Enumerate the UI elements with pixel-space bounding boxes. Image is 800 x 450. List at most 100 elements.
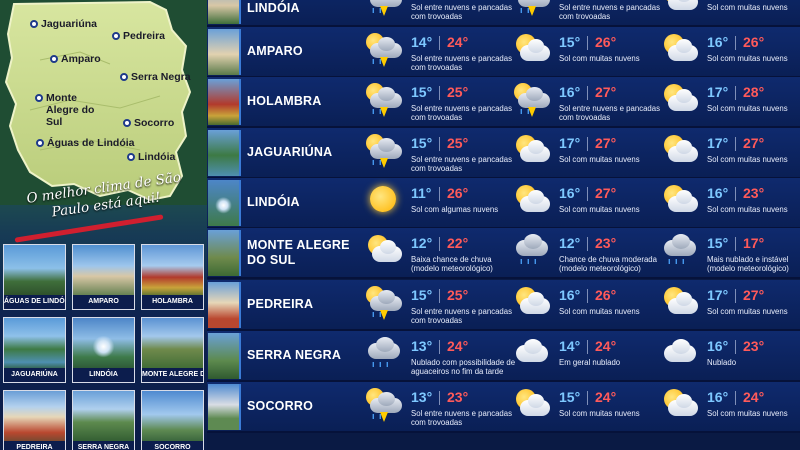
max-temp: 24° xyxy=(595,338,617,354)
sun-cloud-icon xyxy=(660,0,698,16)
day-forecast: 16° 24° Sol com muitas nuvens xyxy=(660,382,800,431)
thumb-pedreira[interactable]: PEDREIRA xyxy=(3,390,66,450)
sun-cloud-storm-icon: ı ı xyxy=(364,388,402,422)
max-temp: 17° xyxy=(743,235,765,251)
temp-separator xyxy=(587,137,588,151)
sun-cloud-storm-icon: ı ı xyxy=(512,0,550,16)
sun-cloud-icon xyxy=(512,388,550,422)
max-temp: 27° xyxy=(743,135,765,151)
max-temp: 24° xyxy=(595,389,617,405)
max-temp: 24° xyxy=(447,34,469,50)
min-temp: 15° xyxy=(411,135,433,151)
temp-separator xyxy=(587,237,588,251)
weather-description: Sol com muitas nuvens xyxy=(707,307,788,316)
max-temp: 26° xyxy=(595,34,617,50)
weather-description: Sol entre nuvens e pancadas com trovoada… xyxy=(411,307,512,325)
temp-separator xyxy=(587,86,588,100)
day-forecast: 17° 28° Sol com muitas nuvens xyxy=(660,77,800,126)
map-marker-icon xyxy=(127,153,135,161)
day-forecast: ı ı Sol entre nuvens e pancadas com trov… xyxy=(512,0,662,25)
temp-separator xyxy=(735,137,736,151)
map-city-jaguariuna: Jaguariúna xyxy=(30,18,97,30)
min-temp: 13° xyxy=(411,338,433,354)
temp-separator xyxy=(587,289,588,303)
min-temp: 17° xyxy=(559,135,581,151)
sun-cloud-icon xyxy=(512,184,550,218)
weather-description: Sol entre nuvens e pancadas com trovoada… xyxy=(411,54,512,72)
temp-separator xyxy=(439,187,440,201)
min-temp: 12° xyxy=(559,235,581,251)
temp-separator xyxy=(735,340,736,354)
sun-cloud-icon xyxy=(660,134,698,168)
city-name: MONTE ALEGRE DO SUL xyxy=(247,237,350,267)
rain-cloud-icon: ı ı ı xyxy=(660,234,698,268)
thumb-monte-alegre-do-sul[interactable]: MONTE ALEGRE DO SUL xyxy=(141,317,204,383)
city-photo xyxy=(208,180,241,226)
temp-separator xyxy=(587,36,588,50)
day-forecast: 16° 27° Sol com muitas nuvens xyxy=(512,178,662,227)
min-temp: 16° xyxy=(707,389,729,405)
max-temp: 27° xyxy=(595,84,617,100)
max-temp: 26° xyxy=(743,34,765,50)
min-temp: 14° xyxy=(559,338,581,354)
temp-separator xyxy=(439,340,440,354)
church-image xyxy=(4,391,65,443)
map-city-serra-negra: Serra Negra xyxy=(120,71,191,83)
forecast-row: JAGUARIÚNA ı ı 15° 25° Sol entre nuvens … xyxy=(207,128,800,179)
temp-separator xyxy=(735,36,736,50)
map-marker-icon xyxy=(50,55,58,63)
min-temp: 13° xyxy=(411,389,433,405)
max-temp: 24° xyxy=(743,389,765,405)
thumb-amparo[interactable]: AMPARO xyxy=(72,244,135,310)
day-forecast: ı ı 15° 25° Sol entre nuvens e pancadas … xyxy=(364,77,514,126)
max-temp: 27° xyxy=(595,185,617,201)
max-temp: 27° xyxy=(595,135,617,151)
temp-separator xyxy=(439,237,440,251)
thumb-aguas-de-lindoia[interactable]: ÁGUAS DE LINDÓIA xyxy=(3,244,66,310)
temp-separator xyxy=(439,137,440,151)
weather-description: Sol entre nuvens e pancadas com trovoada… xyxy=(411,155,512,173)
temp-separator xyxy=(587,187,588,201)
temp-separator xyxy=(735,391,736,405)
city-name: LINDÓIA xyxy=(247,195,300,209)
statue-image xyxy=(142,391,203,443)
min-temp: 16° xyxy=(707,34,729,50)
weather-description: Baixa chance de chuva (modelo meteorológ… xyxy=(411,255,493,273)
sun-icon xyxy=(364,184,402,218)
forecast-row: PEDREIRA ı ı 15° 25° Sol entre nuvens e … xyxy=(207,280,800,331)
day-forecast: 17° 27° Sol com muitas nuvens xyxy=(512,128,662,177)
weather-description: Sol com muitas nuvens xyxy=(707,409,788,418)
thumb-lindoia[interactable]: LINDÓIA xyxy=(72,317,135,383)
thumb-holambra[interactable]: HOLAMBRA xyxy=(141,244,204,310)
day-forecast: ı ı ı 13° 24° Nublado com possibilidade … xyxy=(364,331,515,380)
map-marker-icon xyxy=(35,94,43,102)
thumb-serra-negra[interactable]: SERRA NEGRA xyxy=(72,390,135,450)
min-temp: 17° xyxy=(707,135,729,151)
temp-separator xyxy=(735,187,736,201)
thumb-socorro[interactable]: SOCORRO xyxy=(141,390,204,450)
map-city-pedreira: Pedreira xyxy=(112,30,165,42)
forecast-row: HOLAMBRA ı ı 15° 25° Sol entre nuvens e … xyxy=(207,77,800,128)
day-forecast: 12° 22° Baixa chance de chuva (modelo me… xyxy=(364,228,514,277)
cloud-icon xyxy=(660,337,698,371)
left-panel: Jaguariúna Pedreira Amparo Serra Negra M… xyxy=(0,0,207,450)
map-city-socorro: Socorro xyxy=(123,117,174,129)
max-temp: 22° xyxy=(447,235,469,251)
forecast-row: MONTE ALEGRE DO SUL 12° 22° Baixa chance… xyxy=(207,228,800,279)
weather-description: Chance de chuva moderada (modelo meteoro… xyxy=(559,255,657,273)
sun-cloud-storm-icon: ı ı xyxy=(364,286,402,320)
city-photo xyxy=(208,29,241,75)
day-forecast: 14° 24° Em geral nublado xyxy=(512,331,662,380)
min-temp: 16° xyxy=(559,84,581,100)
sun-cloud-storm-icon: ı ı xyxy=(364,33,402,67)
forecast-row: ÁGUAS DE LINDÓIA ı ı Sol entre nuvens e … xyxy=(207,0,800,27)
min-temp: 15° xyxy=(411,84,433,100)
sun-cloud-icon xyxy=(512,286,550,320)
sun-cloud-icon xyxy=(364,234,402,268)
map-marker-icon xyxy=(120,73,128,81)
city-name: JAGUARIÚNA xyxy=(247,145,333,159)
rain-cloud-icon: ı ı ı xyxy=(512,234,550,268)
weather-description: Sol com muitas nuvens xyxy=(707,104,788,113)
weather-description: Sol entre nuvens e pancadas com trovoada… xyxy=(559,104,660,122)
thumb-jaguariuna[interactable]: JAGUARIÚNA xyxy=(3,317,66,383)
